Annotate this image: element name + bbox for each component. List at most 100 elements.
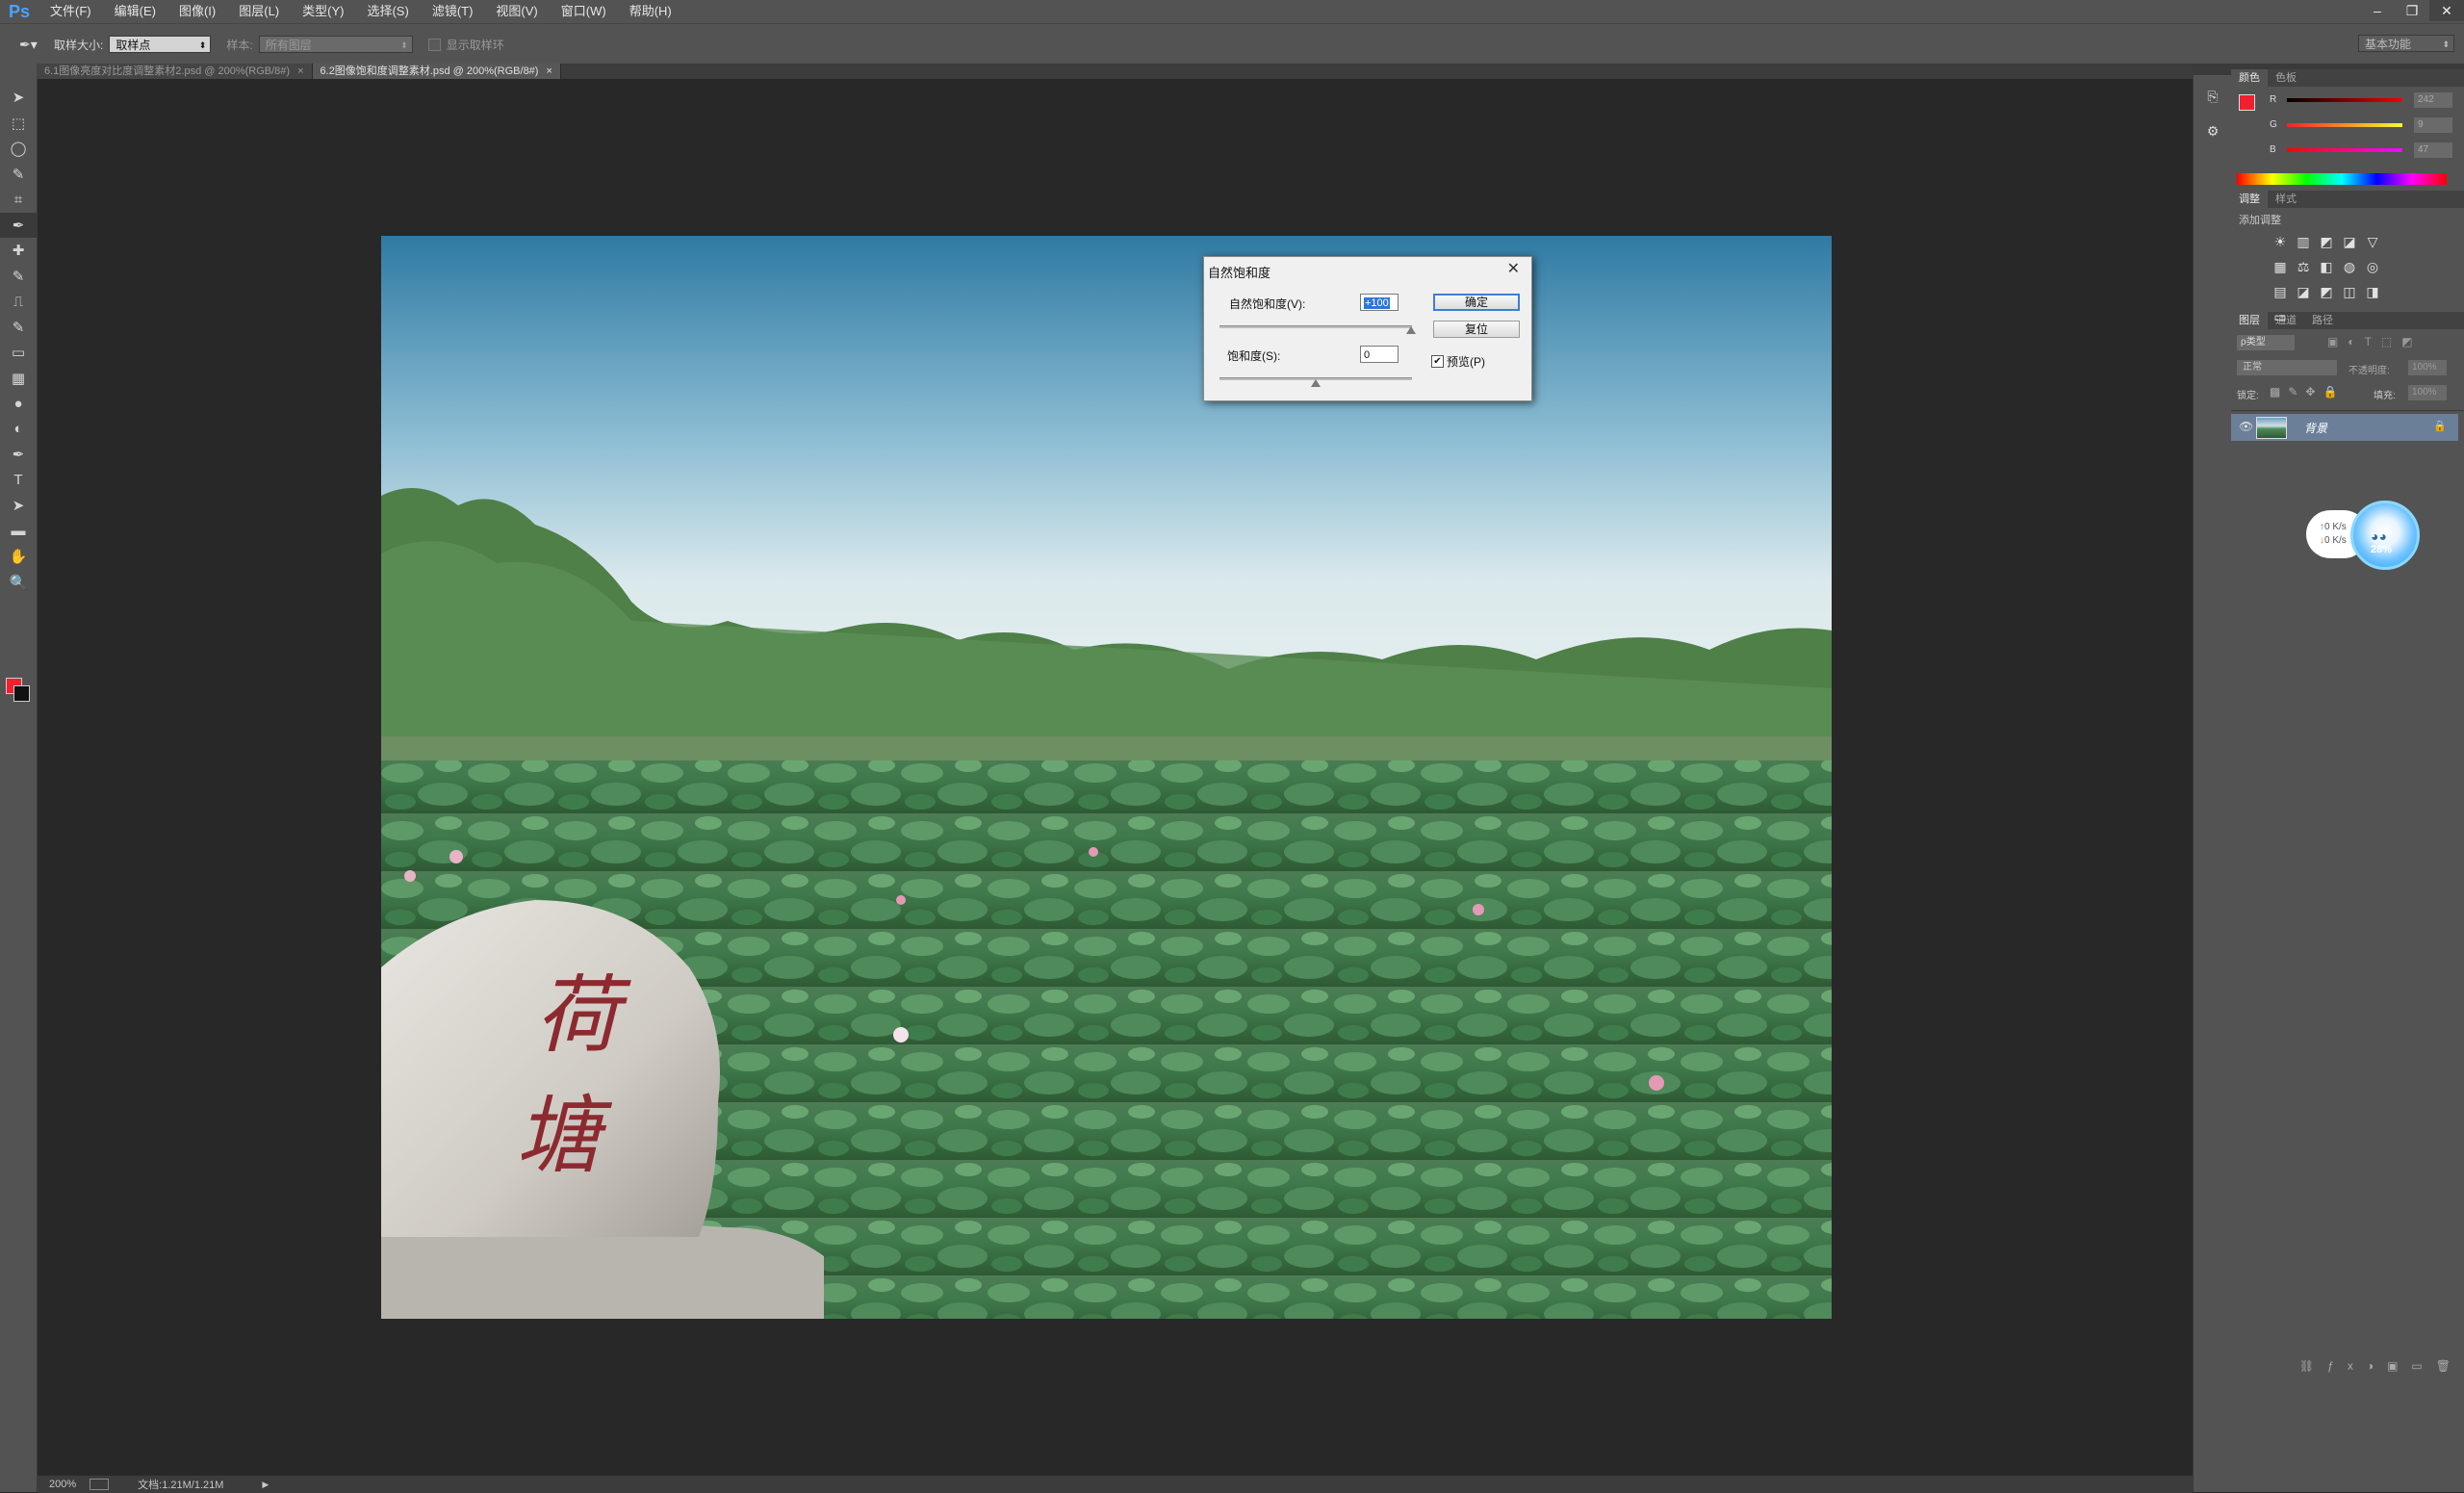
lasso-tool-icon[interactable]: ◯ — [0, 136, 37, 162]
path-select-tool-icon[interactable]: ➤ — [0, 493, 37, 519]
dodge-tool-icon[interactable]: ◐ — [0, 417, 37, 443]
eraser-tool-icon[interactable]: ▭ — [0, 340, 37, 366]
brightness-icon[interactable]: ☀ — [2270, 231, 2291, 252]
eyedropper-tool-icon[interactable]: ✒ — [0, 212, 37, 238]
red-slider[interactable] — [2287, 98, 2402, 102]
layer-filter-select[interactable]: ρ类型 — [2237, 335, 2295, 350]
restore-icon[interactable]: ❐ — [2395, 0, 2429, 21]
history-brush-tool-icon[interactable]: ✎ — [0, 315, 37, 341]
eyedropper-preset-icon[interactable]: ✒▾ — [19, 35, 48, 54]
sample-select[interactable]: 所有图层 ⬍ — [258, 36, 413, 53]
ok-button[interactable]: 确定 — [1433, 294, 1520, 311]
eye-icon[interactable]: 👁 — [2239, 420, 2253, 433]
zoom-tool-icon[interactable]: 🔍 — [0, 570, 37, 596]
fill-input[interactable]: 100% — [2408, 385, 2447, 400]
gradient-map-icon[interactable]: ▭ — [2270, 306, 2291, 327]
opacity-input[interactable]: 100% — [2408, 360, 2447, 375]
pen-tool-icon[interactable]: ✒ — [0, 442, 37, 468]
show-ring-checkbox[interactable] — [427, 38, 441, 51]
lock-icons[interactable]: ▩✎✥🔒 — [2270, 385, 2345, 399]
quick-select-tool-icon[interactable]: ✎ — [0, 162, 37, 188]
background-color-swatch[interactable] — [13, 685, 30, 702]
crop-tool-icon[interactable]: ⌗ — [0, 187, 37, 213]
tab-close-icon[interactable]: × — [546, 64, 552, 79]
menu-item[interactable]: 图像(I) — [167, 0, 227, 23]
curves-icon[interactable]: ◩ — [2316, 231, 2337, 252]
tab-color[interactable]: 颜色 — [2231, 69, 2268, 87]
minimize-icon[interactable]: – — [2360, 0, 2395, 21]
hue-saturation-icon[interactable]: ▦ — [2270, 256, 2291, 277]
channel-mixer-icon[interactable]: ◎ — [2362, 256, 2383, 277]
stamp-tool-icon[interactable]: ⎍ — [0, 289, 37, 315]
preview-checkbox[interactable]: ✔ — [1431, 355, 1444, 368]
tab-styles[interactable]: 样式 — [2268, 191, 2304, 208]
levels-icon[interactable]: ▥ — [2293, 231, 2314, 252]
menu-item[interactable]: 帮助(H) — [618, 0, 683, 23]
menu-item[interactable]: 类型(Y) — [291, 0, 355, 23]
status-arrow-icon[interactable]: ▶ — [262, 1480, 269, 1490]
sample-size-select[interactable]: 取样点 ⬍ — [109, 36, 212, 53]
accelerator-orb[interactable]: ◕◕ 28% — [2350, 501, 2420, 570]
blur-tool-icon[interactable]: ● — [0, 391, 37, 417]
hand-tool-icon[interactable]: ✋ — [0, 544, 37, 570]
menu-item[interactable]: 文件(F) — [38, 0, 103, 23]
vibrance-slider-thumb[interactable] — [1406, 326, 1416, 334]
lotus-pond-photo: 荷 塘 — [381, 236, 1832, 1319]
vibrance-slider-track[interactable] — [1219, 325, 1412, 328]
blend-mode-select[interactable]: 正常 — [2237, 360, 2337, 375]
workspace-select[interactable]: 基本功能 ⬍ — [2358, 35, 2454, 52]
dialog-close-icon[interactable]: ✕ — [1507, 259, 1520, 278]
black-white-icon[interactable]: ◧ — [2316, 256, 2337, 277]
tab-document-2[interactable]: 6.2图像饱和度调整素材.psd @ 200%(RGB/8#) × — [312, 64, 561, 79]
healing-tool-icon[interactable]: ✚ — [0, 238, 37, 264]
invert-icon[interactable]: ◪ — [2293, 281, 2314, 302]
threshold-icon[interactable]: ◫ — [2339, 281, 2360, 302]
reset-button[interactable]: 复位 — [1433, 321, 1520, 338]
tab-layers[interactable]: 图层 — [2231, 312, 2268, 329]
menu-item[interactable]: 视图(V) — [484, 0, 549, 23]
vibrance-input[interactable]: +100 — [1360, 294, 1399, 311]
photo-filter-icon[interactable]: ◍ — [2339, 256, 2360, 277]
saturation-slider-thumb[interactable] — [1311, 379, 1321, 387]
green-value[interactable]: 9 — [2414, 117, 2452, 133]
brush-tool-icon[interactable]: ✎ — [0, 264, 37, 290]
gradient-tool-icon[interactable]: ▦ — [0, 366, 37, 392]
color-spectrum[interactable] — [2237, 173, 2447, 185]
tab-close-icon[interactable]: × — [297, 64, 303, 79]
close-window-icon[interactable]: ✕ — [2429, 0, 2464, 21]
layer-name[interactable]: 背景 — [2304, 420, 2327, 436]
posterize-icon[interactable]: ◩ — [2316, 281, 2337, 302]
layer-filter-icons[interactable]: ▣◐T⬚◩ — [2327, 335, 2423, 348]
marquee-tool-icon[interactable]: ⬚ — [0, 111, 37, 137]
preview-option[interactable]: ✔ 预览(P) — [1431, 353, 1485, 370]
tab-document-1[interactable]: 6.1图像亮度对比度调整素材2.psd @ 200%(RGB/8#) × — [37, 64, 313, 79]
menu-item[interactable]: 窗口(W) — [550, 0, 618, 23]
menu-item[interactable]: 滤镜(T) — [421, 0, 485, 23]
status-nav-icon[interactable] — [90, 1479, 110, 1490]
blue-value[interactable]: 47 — [2414, 142, 2452, 158]
green-slider[interactable] — [2287, 123, 2402, 127]
menu-item[interactable]: 选择(S) — [355, 0, 420, 23]
shape-tool-icon[interactable]: ▬ — [0, 519, 37, 545]
tab-adjustments[interactable]: 调整 — [2231, 191, 2268, 208]
saturation-input[interactable]: 0 — [1360, 346, 1399, 363]
blue-slider[interactable] — [2287, 148, 2402, 152]
exposure-icon[interactable]: ◪ — [2339, 231, 2360, 252]
tab-swatches[interactable]: 色板 — [2268, 69, 2304, 87]
layer-row[interactable]: 👁 背景 🔒 — [2231, 414, 2458, 441]
color-balance-icon[interactable]: ⚖ — [2293, 256, 2314, 277]
panel-fg-swatch[interactable] — [2239, 94, 2255, 111]
properties-panel-icon[interactable]: ⚙ — [2200, 123, 2225, 144]
document-image[interactable]: 荷 塘 — [381, 236, 1832, 1319]
move-tool-icon[interactable]: ➤ — [0, 85, 37, 111]
vibrance-icon[interactable]: ▽ — [2362, 231, 2383, 252]
color-lookup-icon[interactable]: ▤ — [2270, 281, 2291, 302]
red-value[interactable]: 242 — [2414, 92, 2452, 108]
zoom-level[interactable]: 200% — [49, 1479, 76, 1490]
selective-color-icon[interactable]: ◨ — [2362, 281, 2383, 302]
menu-item[interactable]: 编辑(E) — [103, 0, 167, 23]
type-tool-icon[interactable]: T — [0, 468, 37, 494]
menu-item[interactable]: 图层(L) — [227, 0, 291, 23]
layers-footer-icons[interactable]: ⛓ƒx◑▣▭🗑 — [2231, 1359, 2464, 1378]
history-panel-icon[interactable]: ⎘ — [2200, 89, 2225, 110]
